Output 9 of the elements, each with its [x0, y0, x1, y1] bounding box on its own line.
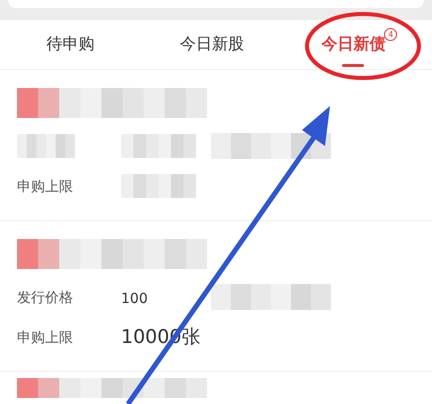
tab[interactable]: 待申购 [0, 20, 142, 69]
field-label: 申购上限 [17, 330, 73, 346]
field-value: 100 [121, 290, 148, 306]
tab[interactable]: 今日新股 [141, 20, 283, 69]
count-badge: 4 [384, 28, 398, 41]
active-tab-indicator [342, 64, 364, 67]
pixelated-redaction [17, 134, 75, 158]
field-label: 申购上限 [17, 179, 73, 195]
field-label: 发行价格 [17, 290, 73, 306]
